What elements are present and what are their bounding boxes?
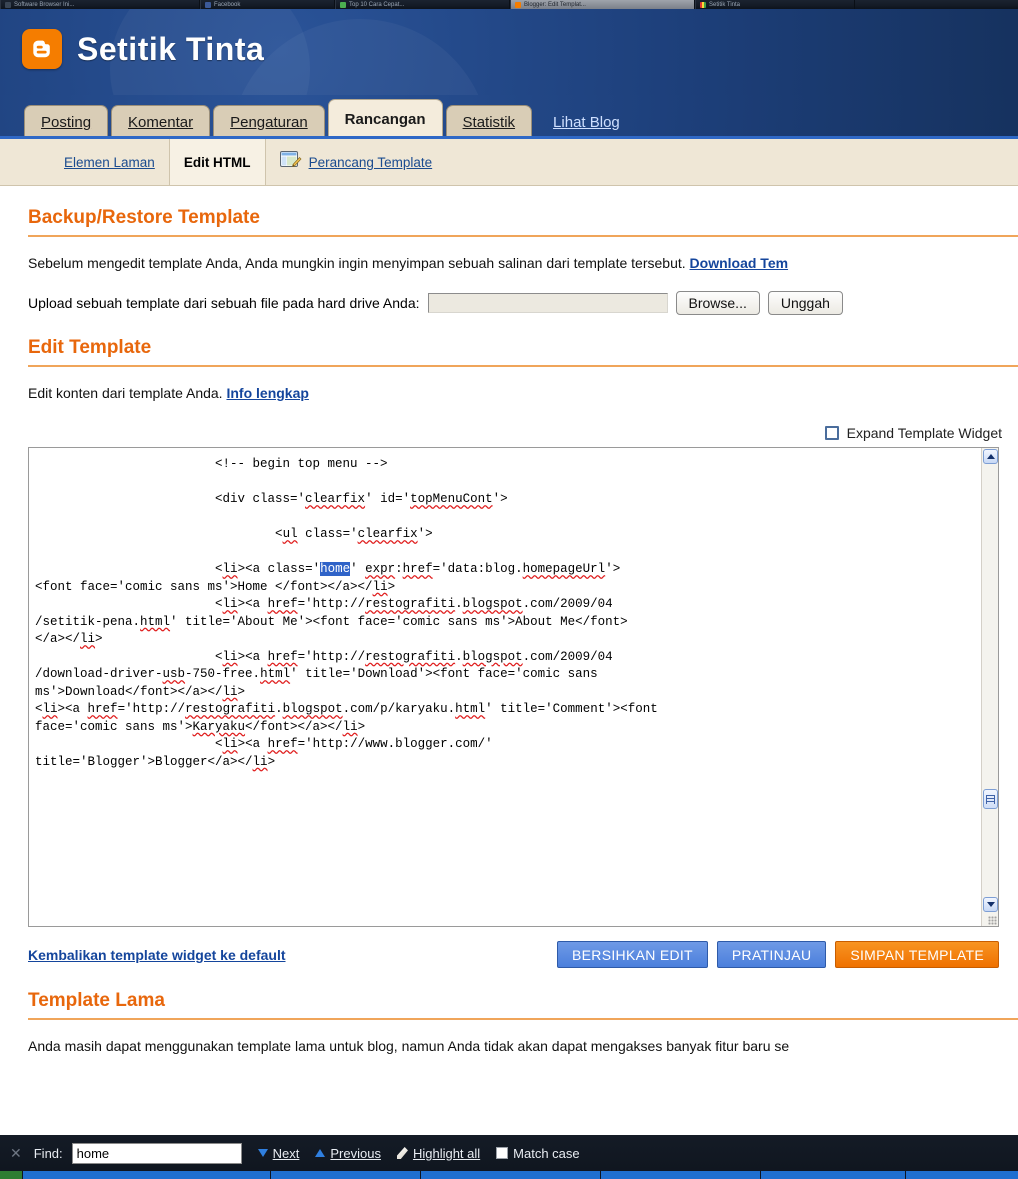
- taskbar-item-label: Facebook: [214, 1, 241, 8]
- scroll-down-icon[interactable]: [983, 897, 998, 912]
- old-template-description: Anda masih dapat menggunakan template la…: [28, 1038, 790, 1054]
- preview-button[interactable]: PRATINJAU: [716, 941, 827, 968]
- highlighter-icon: [396, 1147, 408, 1159]
- colors-icon: [700, 1, 706, 8]
- taskbar-item[interactable]: Software Browser Ini...: [0, 0, 200, 9]
- upload-file-input[interactable]: [427, 293, 668, 313]
- revert-widget-link[interactable]: Kembalikan template widget ke default: [28, 947, 286, 963]
- clear-edits-button[interactable]: BERSIHKAN EDIT: [557, 941, 708, 968]
- taskbar-item[interactable]: Setitik Tinta: [695, 0, 855, 9]
- browse-button[interactable]: Browse...: [675, 291, 760, 315]
- match-case-label: Match case: [513, 1145, 580, 1161]
- template-code-textarea[interactable]: <!-- begin top menu --> <div class='clea…: [28, 447, 999, 927]
- blog-header: Setitik Tinta: [0, 9, 1018, 95]
- section-divider: [28, 1018, 1018, 1020]
- chart-icon: [340, 1, 346, 8]
- tab-label: Statistik: [462, 114, 516, 131]
- template-code-text: <!-- begin top menu --> <div class='clea…: [35, 457, 658, 769]
- scrollbar-thumb[interactable]: [983, 789, 998, 809]
- taskbar-item[interactable]: Top 10 Cara Cepat...: [335, 0, 510, 9]
- find-next-label: Next: [273, 1146, 300, 1161]
- arrow-up-icon: [315, 1149, 326, 1157]
- highlight-all-button[interactable]: Highlight all: [396, 1146, 480, 1161]
- tab-pengaturan[interactable]: Pengaturan: [213, 105, 325, 139]
- find-previous-button[interactable]: Previous: [315, 1146, 381, 1161]
- backup-description-text: Sebelum mengedit template Anda, Anda mun…: [28, 255, 690, 271]
- find-next-button[interactable]: Next: [257, 1146, 300, 1161]
- subtab-elemen-laman[interactable]: Elemen Laman: [50, 147, 169, 177]
- tab-statistik[interactable]: Statistik: [445, 105, 533, 139]
- taskbar-strip: [0, 1171, 1018, 1179]
- scroll-up-icon[interactable]: [983, 449, 998, 464]
- code-editor-wrap: <!-- begin top menu --> <div class='clea…: [28, 447, 999, 927]
- edit-description-text: Edit konten dari template Anda.: [28, 385, 227, 401]
- old-template-section-heading: Template Lama: [28, 990, 165, 1011]
- taskbar-item-label: Software Browser Ini...: [14, 1, 75, 8]
- subtab-edit-html[interactable]: Edit HTML: [168, 139, 266, 185]
- browser-find-bar: ✕ Find: home Next Previous Highlight all…: [0, 1135, 1018, 1179]
- blogger-logo-icon: [22, 29, 62, 69]
- find-next-text: Next: [272, 1145, 300, 1161]
- upload-label: Upload sebuah template dari sebuah file …: [28, 295, 420, 311]
- upload-button[interactable]: Unggah: [767, 291, 843, 315]
- edit-description: Edit konten dari template Anda. Info len…: [28, 385, 1018, 401]
- page-title: Setitik Tinta: [77, 31, 265, 67]
- template-designer-label: Perancang Template: [308, 154, 433, 170]
- tab-label: Pengaturan: [230, 114, 308, 131]
- section-divider: [28, 365, 1018, 367]
- template-designer-link[interactable]: Perancang Template: [266, 150, 433, 174]
- expand-template-widget-label: Expand Template Widget: [846, 425, 1002, 441]
- taskbar-item-active[interactable]: Blogger: Edit Templat...: [510, 0, 695, 9]
- taskbar-item-label: Top 10 Cara Cepat...: [349, 1, 405, 8]
- download-template-link[interactable]: Download Tem: [690, 255, 789, 271]
- textarea-resize-grip[interactable]: [988, 916, 997, 925]
- tab-komentar[interactable]: Komentar: [111, 105, 211, 139]
- tab-rancangan[interactable]: Rancangan: [327, 99, 443, 139]
- app-icon: [5, 1, 11, 8]
- taskbar-item-label: Blogger: Edit Templat...: [524, 1, 586, 8]
- tab-label: Posting: [41, 114, 92, 131]
- expand-template-widget-checkbox[interactable]: [824, 426, 839, 440]
- tab-posting[interactable]: Posting: [24, 105, 109, 139]
- upload-row: Upload sebuah template dari sebuah file …: [28, 291, 1018, 315]
- expand-widget-row: Expand Template Widget: [0, 425, 1018, 441]
- find-previous-label: Previous: [330, 1146, 381, 1161]
- backup-description: Sebelum mengedit template Anda, Anda mun…: [28, 255, 1018, 271]
- match-case-option[interactable]: Match case: [480, 1145, 580, 1161]
- search-input[interactable]: home: [71, 1142, 242, 1164]
- highlight-all-text: Highlight all: [412, 1145, 481, 1161]
- highlight-all-label: Highlight all: [413, 1146, 480, 1161]
- tab-label: Komentar: [128, 114, 194, 131]
- section-divider: [28, 235, 1018, 237]
- blogger-icon: [515, 1, 521, 8]
- edit-section-heading: Edit Template: [28, 337, 152, 358]
- editor-actions: Kembalikan template widget ke default BE…: [28, 941, 999, 968]
- view-blog-link[interactable]: Lihat Blog: [553, 105, 620, 139]
- logo-wrap: Setitik Tinta: [22, 29, 264, 69]
- find-label: Find:: [33, 1145, 63, 1161]
- tab-list: Posting Komentar Pengaturan Rancangan St…: [24, 99, 620, 139]
- find-previous-text: Previous: [330, 1145, 381, 1161]
- close-icon[interactable]: ✕: [10, 1145, 22, 1162]
- match-case-checkbox[interactable]: [496, 1147, 509, 1159]
- main-tab-bar: Posting Komentar Pengaturan Rancangan St…: [0, 95, 1018, 139]
- main-content: Backup/Restore Template Sebelum mengedit…: [0, 185, 1018, 1054]
- tab-label: Rancangan: [344, 111, 426, 128]
- taskbar-item-label: Setitik Tinta: [709, 1, 741, 8]
- windows-taskbar: Software Browser Ini... Facebook Top 10 …: [0, 0, 1018, 9]
- backup-section-heading: Backup/Restore Template: [28, 207, 260, 228]
- template-designer-icon: [279, 150, 302, 174]
- find-bar-inner: ✕ Find: home Next Previous Highlight all…: [0, 1135, 1018, 1171]
- save-template-button[interactable]: SIMPAN TEMPLATE: [835, 941, 999, 968]
- info-lengkap-link[interactable]: Info lengkap: [226, 385, 308, 401]
- facebook-icon: [205, 1, 211, 8]
- code-scrollbar[interactable]: [981, 448, 998, 926]
- sub-tab-bar: Elemen Laman Edit HTML Perancang Templat…: [0, 139, 1018, 186]
- editor-button-group: BERSIHKAN EDIT PRATINJAU SIMPAN TEMPLATE: [557, 941, 999, 968]
- arrow-down-icon: [257, 1149, 268, 1157]
- taskbar-item[interactable]: Facebook: [200, 0, 335, 9]
